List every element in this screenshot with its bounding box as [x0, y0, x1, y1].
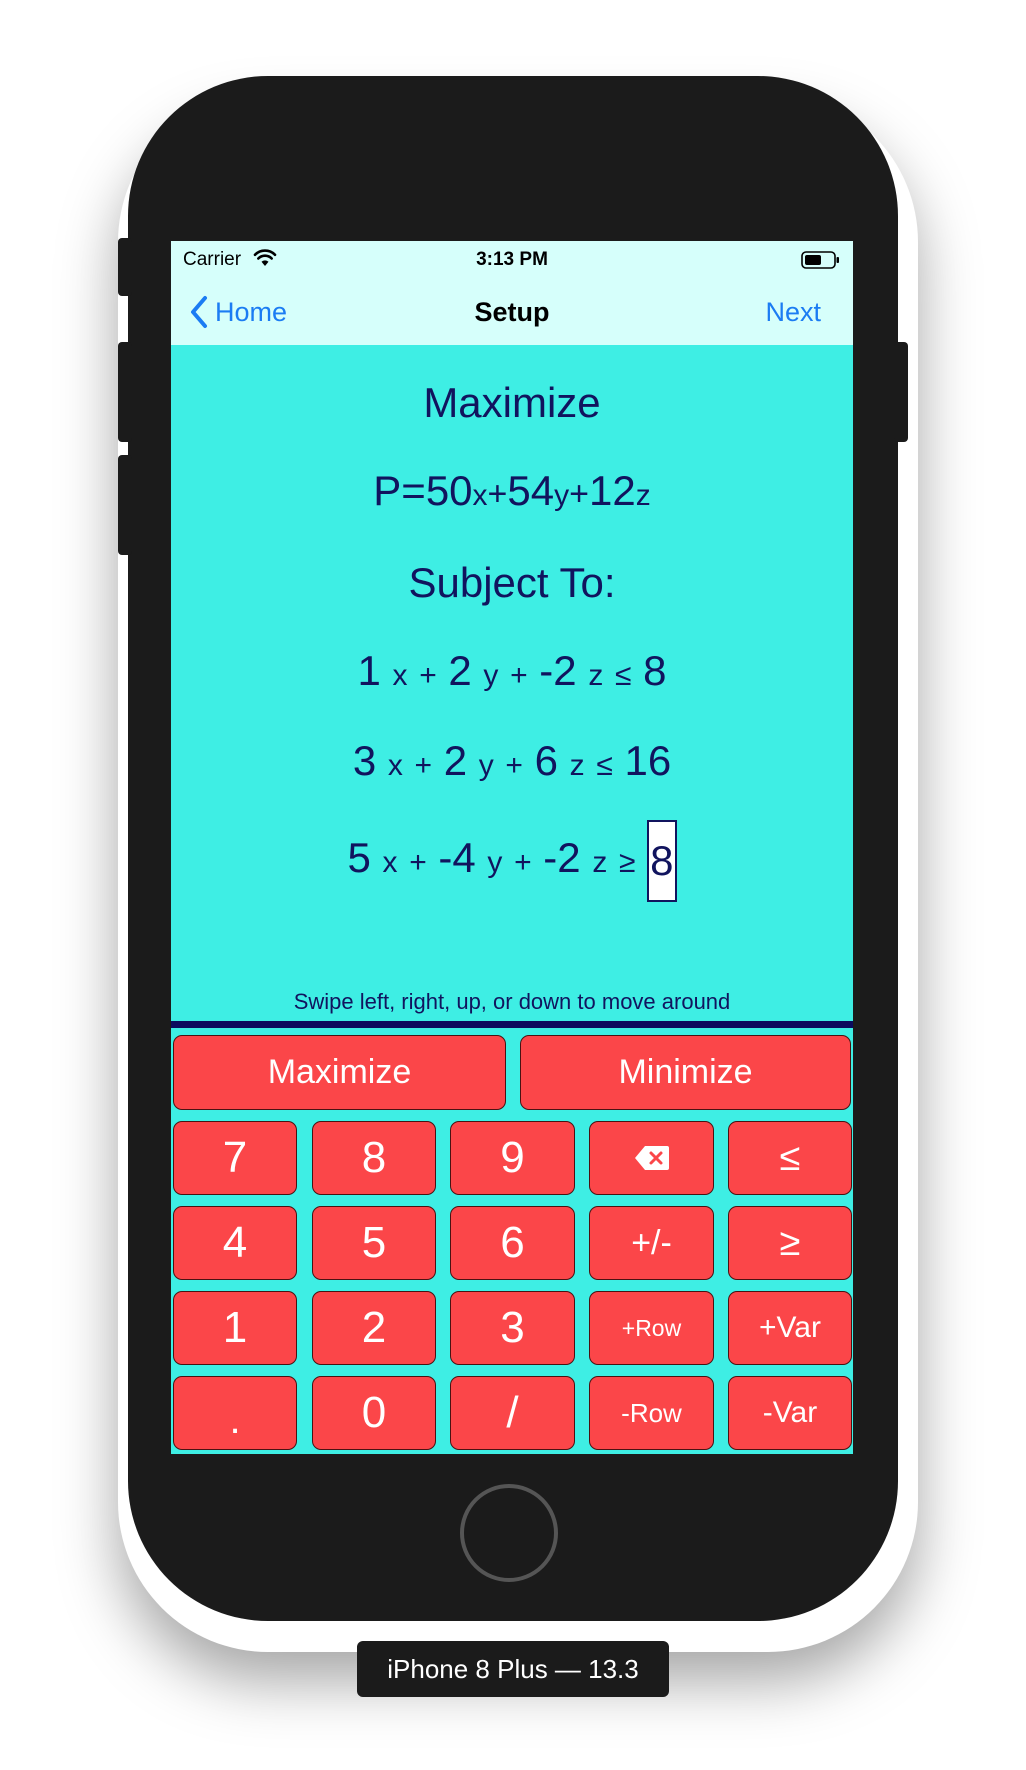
constraint-coef[interactable]: 6 [535, 737, 558, 784]
add-variable-button[interactable]: +Var [728, 1291, 852, 1365]
constraint-var: z [592, 846, 608, 879]
key-less-equal[interactable]: ≤ [728, 1121, 852, 1195]
key-1[interactable]: 1 [173, 1291, 297, 1365]
key-0[interactable]: 0 [312, 1376, 436, 1450]
keypad-divider [171, 1021, 853, 1028]
constraint-row[interactable]: 1 x + 2 y + -2 z ≤ 8 [171, 647, 853, 695]
constraint-coef[interactable]: 5 [347, 834, 370, 881]
objective-coef-1[interactable]: 50 [426, 467, 473, 514]
home-button[interactable] [460, 1484, 558, 1582]
objective-var-2: y [554, 479, 570, 512]
objective-function[interactable]: P=50x+54y+12z [171, 467, 853, 515]
constraint-var: x [382, 846, 398, 879]
objective-op-2: + [569, 475, 589, 513]
constraint-op: + [409, 846, 427, 879]
next-button[interactable]: Next [765, 279, 821, 345]
constraint-relation[interactable]: ≤ [615, 659, 631, 692]
constraint-var: z [569, 749, 585, 782]
constraint-row[interactable]: 5 x + -4 y + -2 z ≥ 8 [171, 815, 853, 906]
volume-down-button [118, 455, 132, 555]
key-9[interactable]: 9 [450, 1121, 575, 1195]
constraint-var: y [478, 749, 494, 782]
key-6[interactable]: 6 [450, 1206, 575, 1280]
key-plus-minus[interactable]: +/- [589, 1206, 714, 1280]
objective-type-heading: Maximize [423, 379, 601, 426]
constraint-rhs[interactable]: 16 [624, 737, 671, 784]
battery-icon [801, 251, 839, 269]
key-5[interactable]: 5 [312, 1206, 436, 1280]
maximize-button[interactable]: Maximize [173, 1035, 506, 1110]
key-3[interactable]: 3 [450, 1291, 575, 1365]
constraint-var: x [387, 749, 403, 782]
remove-variable-button[interactable]: -Var [728, 1376, 852, 1450]
constraint-coef[interactable]: -2 [539, 647, 576, 694]
objective-var-1: x [472, 479, 488, 512]
back-button-label: Home [215, 296, 288, 327]
constraint-op: + [419, 659, 437, 692]
clock-label: 3:13 PM [476, 249, 548, 270]
key-4[interactable]: 4 [173, 1206, 297, 1280]
back-button[interactable]: Home [189, 279, 287, 345]
constraint-var: z [588, 659, 604, 692]
constraint-op: + [505, 749, 523, 782]
volume-up-button [118, 342, 132, 442]
constraint-coef[interactable]: 1 [357, 647, 380, 694]
constraint-coef[interactable]: 2 [444, 737, 467, 784]
objective-coef-3[interactable]: 12 [589, 467, 636, 514]
remove-row-button[interactable]: -Row [589, 1376, 714, 1450]
constraint-relation[interactable]: ≥ [619, 846, 635, 879]
constraint-op: + [510, 659, 528, 692]
key-2[interactable]: 2 [312, 1291, 436, 1365]
constraint-coef[interactable]: 3 [353, 737, 376, 784]
key-fraction[interactable]: / [450, 1376, 575, 1450]
constraint-var: y [487, 846, 503, 879]
constraint-op: + [414, 749, 433, 782]
backspace-button[interactable] [589, 1121, 714, 1195]
key-decimal[interactable]: . [173, 1376, 297, 1450]
add-row-button[interactable]: +Row [589, 1291, 714, 1365]
swipe-hint: Swipe left, right, up, or down to move a… [293, 989, 731, 1014]
objective-lhs: P [373, 467, 402, 514]
objective-coef-2[interactable]: 54 [507, 467, 554, 514]
objective-op-1: + [487, 475, 508, 513]
chevron-left-icon [191, 296, 207, 328]
backspace-icon [634, 1146, 669, 1170]
constraint-rhs[interactable]: 8 [643, 647, 666, 694]
device-label: iPhone 8 Plus — 13.3 [357, 1641, 669, 1697]
constraint-var: y [483, 659, 499, 692]
constraint-row[interactable]: 3 x + 2 y + 6 z ≤ 16 [171, 737, 853, 785]
constraint-coef[interactable]: 2 [448, 647, 471, 694]
constraint-coef[interactable]: -4 [438, 834, 475, 881]
navigation-bar: Setup Home Next [171, 279, 853, 345]
constraint-op: + [514, 846, 532, 879]
active-input-cell[interactable]: 8 [647, 819, 677, 902]
key-8[interactable]: 8 [312, 1121, 436, 1195]
constraint-coef[interactable]: -2 [543, 834, 580, 881]
minimize-button[interactable]: Minimize [520, 1035, 851, 1110]
mute-switch [118, 238, 132, 296]
objective-equals: = [401, 467, 426, 514]
app-screen: Carrier 3:13 PM Setup Home Next Maximize… [171, 241, 853, 1454]
objective-var-3: z [635, 479, 651, 512]
status-bar: Carrier 3:13 PM [171, 241, 853, 279]
constraint-relation[interactable]: ≤ [596, 749, 612, 782]
key-greater-equal[interactable]: ≥ [728, 1206, 852, 1280]
constraint-var: x [392, 659, 408, 692]
power-button [894, 342, 908, 442]
key-7[interactable]: 7 [173, 1121, 297, 1195]
subject-to-heading: Subject To: [408, 559, 616, 606]
